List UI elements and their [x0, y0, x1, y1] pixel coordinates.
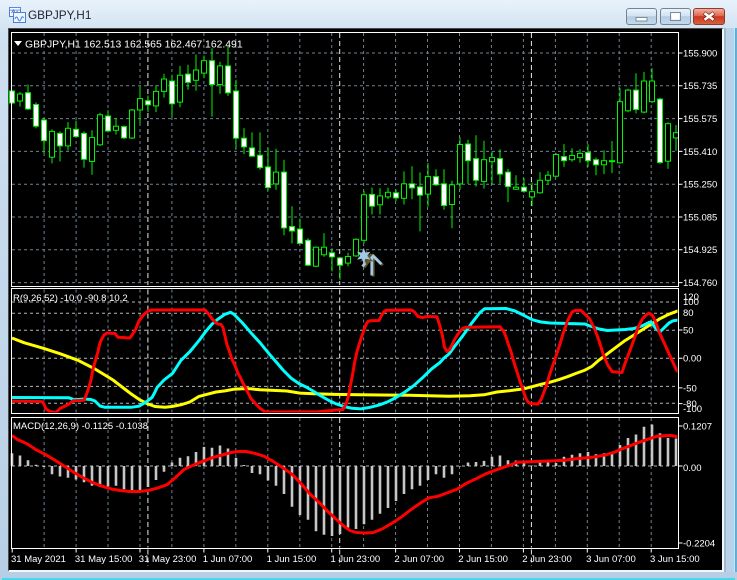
svg-text:31 May 15:00: 31 May 15:00: [75, 554, 133, 565]
svg-text:154.925: 154.925: [683, 245, 717, 256]
svg-text:0.00: 0.00: [683, 463, 702, 474]
svg-text:155.900: 155.900: [683, 48, 717, 59]
svg-text:1 Jun 07:00: 1 Jun 07:00: [203, 554, 253, 565]
svg-text:155.735: 155.735: [683, 81, 717, 92]
svg-text:80: 80: [683, 308, 694, 319]
svg-text:GBPJPY,H1 162.513 162.565 162: GBPJPY,H1 162.513 162.565 162.467 162.49…: [25, 40, 243, 51]
svg-text:155.250: 155.250: [683, 180, 717, 191]
svg-text:50: 50: [683, 325, 694, 336]
svg-text:2 Jun 23:00: 2 Jun 23:00: [522, 554, 572, 565]
svg-text:31 May 2021: 31 May 2021: [11, 554, 66, 565]
svg-text:-0.2204: -0.2204: [683, 538, 715, 549]
svg-text:0.1207: 0.1207: [683, 421, 712, 432]
svg-text:3 Jun 15:00: 3 Jun 15:00: [650, 554, 700, 565]
svg-text:3 Jun 07:00: 3 Jun 07:00: [586, 554, 636, 565]
svg-text:155.085: 155.085: [683, 212, 717, 223]
svg-text:154.760: 154.760: [683, 278, 717, 289]
svg-text:155.410: 155.410: [683, 147, 717, 158]
svg-text:100: 100: [683, 297, 699, 308]
svg-text:2 Jun 15:00: 2 Jun 15:00: [458, 554, 508, 565]
svg-text:MACD(12,26,9) -0.1125 -0.1038: MACD(12,26,9) -0.1125 -0.1038: [13, 421, 148, 432]
svg-text:1 Jun 15:00: 1 Jun 15:00: [267, 554, 317, 565]
svg-text:-100: -100: [683, 404, 702, 415]
svg-text:-50: -50: [683, 383, 697, 394]
svg-text:31 May 23:00: 31 May 23:00: [139, 554, 197, 565]
svg-text:R(9,26,52) -10.0 -90.8 10.2: R(9,26,52) -10.0 -90.8 10.2: [13, 293, 128, 304]
svg-text:2 Jun 07:00: 2 Jun 07:00: [394, 554, 444, 565]
svg-text:1 Jun 23:00: 1 Jun 23:00: [331, 554, 381, 565]
svg-text:0.00: 0.00: [683, 354, 702, 365]
svg-text:155.575: 155.575: [683, 114, 717, 125]
